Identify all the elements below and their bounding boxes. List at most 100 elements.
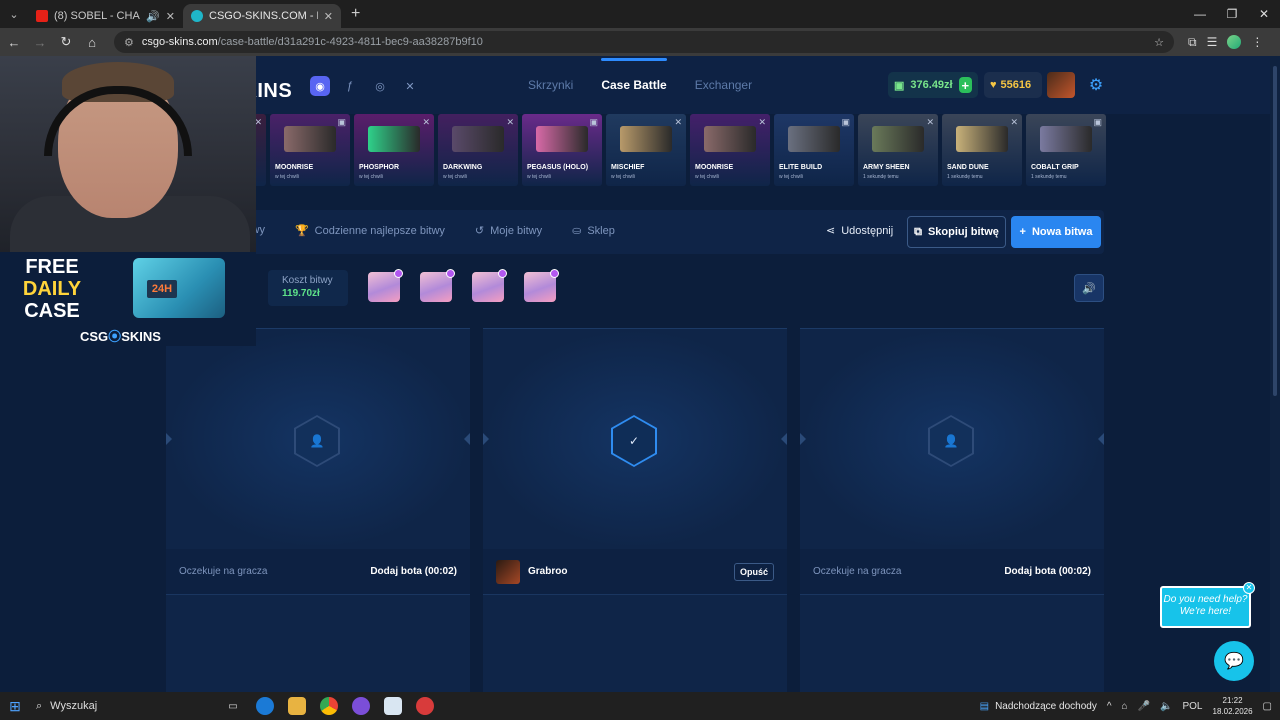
subnav-daily-best[interactable]: 🏆 Codzienne najlepsze bitwy [295, 224, 445, 237]
taskbar-search[interactable]: ⌕ Wyszukaj [30, 700, 210, 713]
bookmark-star-icon[interactable]: ☆ [1154, 36, 1164, 49]
forward-icon[interactable]: → [28, 30, 52, 54]
chat-icon[interactable]: 💬 [1214, 641, 1254, 681]
volume-icon[interactable]: 🔈 [1160, 701, 1172, 712]
balance-badge[interactable]: ▣ 376.49zł + [888, 72, 978, 98]
add-bot-button[interactable]: Dodaj bota (00:02) [370, 566, 457, 577]
user-avatar[interactable] [1047, 72, 1075, 98]
case-thumbnail[interactable] [472, 269, 507, 302]
case-thumbnail[interactable] [368, 269, 403, 302]
drop-card[interactable]: ▣ ELITE BUILD w tej chwili [774, 114, 854, 186]
mic-icon[interactable]: 🎤 [1138, 701, 1150, 712]
drop-card[interactable]: ▣ PEGASUS (HOLO) w tej chwili [522, 114, 602, 186]
home-icon[interactable]: ⌂ [80, 30, 104, 54]
deposit-plus-button[interactable]: + [958, 77, 972, 93]
taskbar-apps: ▭ [224, 697, 434, 715]
weapon-image [452, 126, 504, 152]
notifications-icon[interactable]: ▢ [1263, 701, 1272, 712]
case-icon: ✕ [422, 117, 430, 127]
nav-skrzynki[interactable]: Skrzynki [528, 78, 573, 92]
weapon-image [872, 126, 924, 152]
recording-app-icon[interactable] [416, 697, 434, 715]
network-icon[interactable]: ⌂ [1122, 701, 1128, 712]
extensions-icon[interactable]: ⧉ [1188, 35, 1197, 50]
drop-card[interactable]: ✕ DARKWING w tej chwili [438, 114, 518, 186]
drop-time: w tej chwili [779, 174, 803, 180]
copy-battle-button[interactable]: ⧉ Skopiuj bitwę [907, 216, 1006, 248]
waiting-text: Oczekuje na gracza [179, 566, 268, 577]
sound-toggle-button[interactable]: 🔊 [1074, 274, 1104, 302]
nav-exchanger[interactable]: Exchanger [695, 78, 752, 92]
restore-icon[interactable]: ❐ [1216, 0, 1248, 28]
weapon-image [368, 126, 420, 152]
edge-icon[interactable] [256, 697, 274, 715]
tab-csgo-skins[interactable]: CSGO-SKINS.COM - Najlepsze ✕ [183, 4, 341, 28]
player-avatar [496, 559, 520, 584]
leave-button[interactable]: Opuść [733, 562, 774, 581]
share-link[interactable]: ⋖ Udostępnij [826, 224, 893, 237]
drop-card[interactable]: ✕ SAND DUNE 1 sekundę temu [942, 114, 1022, 186]
instagram-icon[interactable]: ◎ [370, 76, 390, 96]
drop-card[interactable]: ✕ ARMY SHEEN 1 sekundę temu [858, 114, 938, 186]
weapon-image [536, 126, 588, 152]
case-icon: ✕ [1010, 117, 1018, 127]
help-bubble[interactable]: ✕ Do you need help? We're here! [1160, 582, 1255, 628]
speaker-icon[interactable]: 🔊 [146, 10, 160, 23]
app-icon[interactable] [352, 697, 370, 715]
new-tab-icon[interactable]: + [351, 5, 360, 23]
tab-search-icon[interactable]: ⌄ [0, 0, 28, 28]
x-twitter-icon[interactable]: ✕ [400, 76, 420, 96]
drop-card[interactable]: ✕ PHOSPHOR w tej chwili [354, 114, 434, 186]
case-icon: ▣ [841, 117, 850, 127]
browser-menu-icon[interactable]: ⋮ [1251, 35, 1263, 49]
nav-case-battle[interactable]: Case Battle [601, 58, 668, 92]
language-indicator[interactable]: POL [1182, 701, 1202, 712]
drop-time: w tej chwili [275, 174, 299, 180]
drop-card[interactable]: ✕ MOONRISE w tej chwili [690, 114, 770, 186]
player-name: Grabroo [528, 566, 568, 577]
close-tab-icon[interactable]: ✕ [166, 10, 175, 23]
waiting-text: Oczekuje na gracza [813, 566, 902, 577]
windows-start-icon[interactable]: ⊞ [0, 698, 30, 715]
minimize-icon[interactable]: — [1184, 0, 1216, 28]
chrome-icon[interactable] [320, 697, 338, 715]
battle-slot-1: 👤 Oczekuje na gracza Dodaj bota (00:02) [166, 328, 470, 692]
reading-list-icon[interactable]: ☰ [1207, 35, 1218, 49]
tab-youtube[interactable]: (8) SOBEL - CHA CHA (NOI 🔊 ✕ [28, 4, 183, 28]
profile-avatar[interactable] [1227, 35, 1242, 49]
chevron-up-icon[interactable]: ^ [1107, 701, 1112, 712]
url-field[interactable]: ⚙ csgo-skins.com /case-battle/d31a291c-4… [114, 31, 1174, 53]
drop-time: w tej chwili [443, 174, 467, 180]
facebook-icon[interactable]: ƒ [340, 76, 360, 96]
battle-cost-value: 119.70zł [282, 288, 320, 299]
drop-card[interactable]: ▣ COBALT GRIP 1 sekundę temu [1026, 114, 1106, 186]
back-icon[interactable]: ← [2, 30, 26, 54]
close-icon[interactable]: ✕ [1243, 582, 1255, 594]
battle-cost: Koszt bitwy 119.70zł [268, 270, 348, 306]
case-thumbnail[interactable] [420, 269, 455, 302]
discord-icon[interactable]: ◉ [310, 76, 330, 96]
tab-title: CSGO-SKINS.COM - Najlepsze [209, 10, 318, 22]
heart-coin-icon: ♥ [990, 79, 997, 91]
close-window-icon[interactable]: ✕ [1248, 0, 1280, 28]
reload-icon[interactable]: ↻ [54, 30, 78, 54]
youtube-favicon-icon [36, 10, 48, 22]
page-scrollbar[interactable] [1270, 56, 1280, 692]
news-widget[interactable]: ▤ Nadchodzące dochody [980, 701, 1097, 712]
case-thumbnail[interactable] [524, 269, 559, 302]
notepad-icon[interactable] [384, 697, 402, 715]
gear-icon[interactable]: ⚙ [1085, 74, 1107, 96]
shop-icon: ⛀ [572, 225, 582, 237]
subnav-shop[interactable]: ⛀ Sklep [572, 224, 615, 237]
coins-badge[interactable]: ♥ 55616 [984, 72, 1042, 98]
site-info-icon[interactable]: ⚙ [124, 36, 134, 49]
add-bot-button[interactable]: Dodaj bota (00:02) [1004, 566, 1091, 577]
drop-card[interactable]: ✕ MISCHIEF w tej chwili [606, 114, 686, 186]
close-tab-icon[interactable]: ✕ [324, 10, 333, 23]
explorer-icon[interactable] [288, 697, 306, 715]
drop-card[interactable]: ▣ MOONRISE w tej chwili [270, 114, 350, 186]
task-view-icon[interactable]: ▭ [224, 697, 242, 715]
new-battle-button[interactable]: + Nowa bitwa [1011, 216, 1101, 248]
subnav-my-battles[interactable]: ↺ Moje bitwy [475, 224, 542, 237]
clock[interactable]: 21:22 18.02.2026 [1213, 695, 1253, 717]
